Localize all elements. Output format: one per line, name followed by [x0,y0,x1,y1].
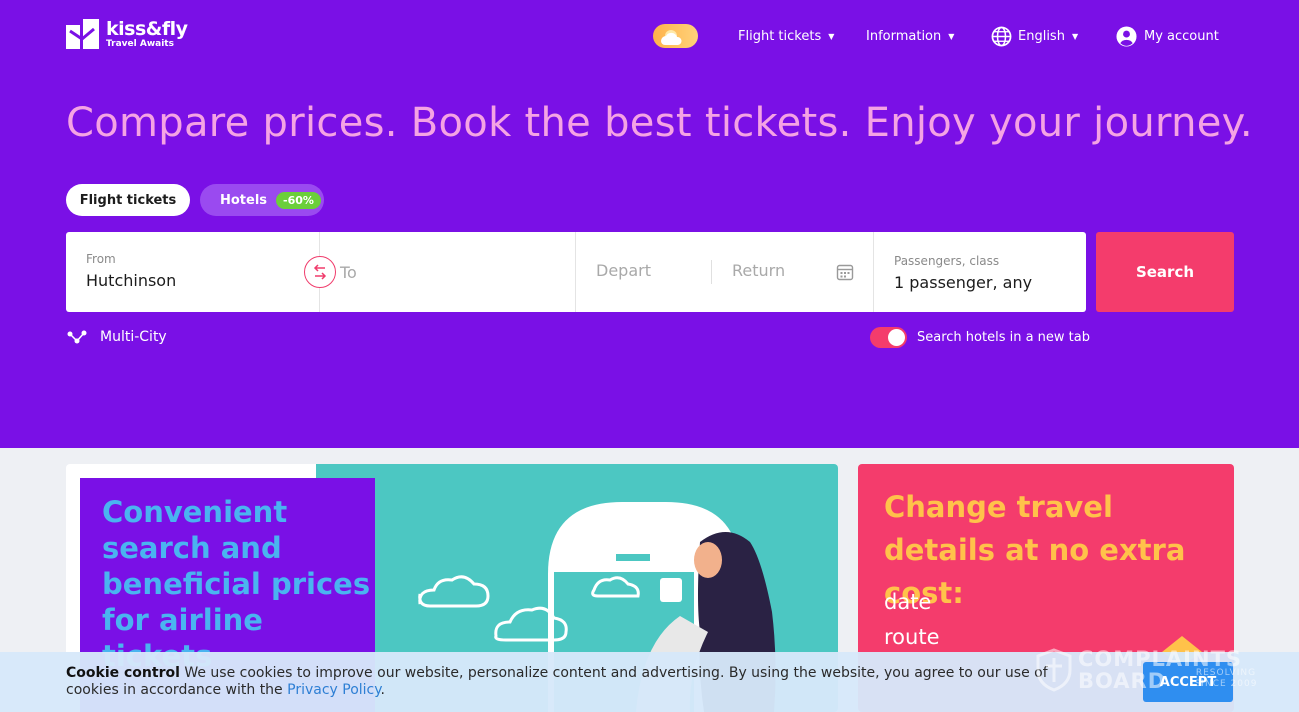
passengers-label: Passengers, class [894,254,1000,268]
multicity-label: Multi-City [100,329,167,345]
my-account-label: My account [1144,28,1219,44]
caret-down-icon: ▼ [948,31,955,41]
tab-hotels[interactable]: Hotels -60% [200,184,324,216]
accept-cookies-button[interactable]: ACCEPT [1143,662,1233,702]
hotels-new-tab-toggle[interactable]: Search hotels in a new tab [870,327,1090,348]
brand-logo[interactable]: kiss&fly Travel Awaits [66,19,188,49]
page-headline: Compare prices. Book the best tickets. E… [66,100,1253,146]
hero-section [0,0,1299,448]
nav-information-label: Information [866,28,942,44]
tab-flight-tickets[interactable]: Flight tickets [66,184,190,216]
from-label: From [86,252,116,266]
depart-placeholder: Depart [596,261,651,280]
flight-search-form: From Hutchinson To Depart Return Passeng… [66,232,1086,312]
from-value: Hutchinson [86,271,177,290]
nav-flight-tickets[interactable]: Flight tickets ▼ [738,24,834,48]
calendar-icon[interactable] [836,263,854,281]
route-icon [67,330,87,344]
cookie-text: Cookie control We use cookies to improve… [66,665,1051,699]
cookie-period: . [380,682,385,698]
passengers-value: 1 passenger, any [894,273,1033,292]
caret-down-icon: ▼ [1071,31,1079,41]
nav-information[interactable]: Information ▼ [866,24,954,48]
toggle-switch[interactable] [870,327,907,348]
hotels-new-tab-label: Search hotels in a new tab [917,330,1090,345]
cookie-message: We use cookies to improve our website, p… [66,665,1048,698]
globe-icon [991,26,1012,46]
weather-widget[interactable] [653,24,698,48]
depart-date-field[interactable]: Depart [576,232,711,312]
nav-flight-tickets-label: Flight tickets [738,28,822,44]
toggle-knob [888,329,905,346]
promo-search-text: Convenient search and beneficial prices … [102,495,371,673]
language-selector[interactable]: English ▼ [991,24,1078,48]
promo-change-item: date [884,590,932,614]
user-icon [1116,25,1137,47]
cloud-icon [661,30,682,45]
promo-change-list: date route [884,585,939,655]
promo-change-item: route [884,625,940,649]
privacy-policy-link[interactable]: Privacy Policy [287,682,380,698]
discount-badge: -60% [276,191,321,209]
caret-down-icon: ▼ [828,31,835,41]
logo-icon [66,19,99,49]
from-field[interactable]: From Hutchinson [66,232,319,312]
cookie-title: Cookie control [66,665,180,681]
passengers-field[interactable]: Passengers, class 1 passenger, any [874,232,1086,312]
brand-name: kiss&fly [106,17,188,40]
my-account-link[interactable]: My account [1116,24,1219,48]
brand-tagline: Travel Awaits [106,38,174,49]
to-placeholder: To [340,263,357,282]
multicity-link[interactable]: Multi-City [66,329,167,345]
tab-hotels-label: Hotels [220,192,268,208]
cookie-banner: Cookie control We use cookies to improve… [0,648,1299,712]
return-placeholder: Return [732,261,786,280]
search-button[interactable]: Search [1096,232,1234,312]
to-field[interactable]: To [320,232,575,312]
language-label: English [1018,28,1065,44]
